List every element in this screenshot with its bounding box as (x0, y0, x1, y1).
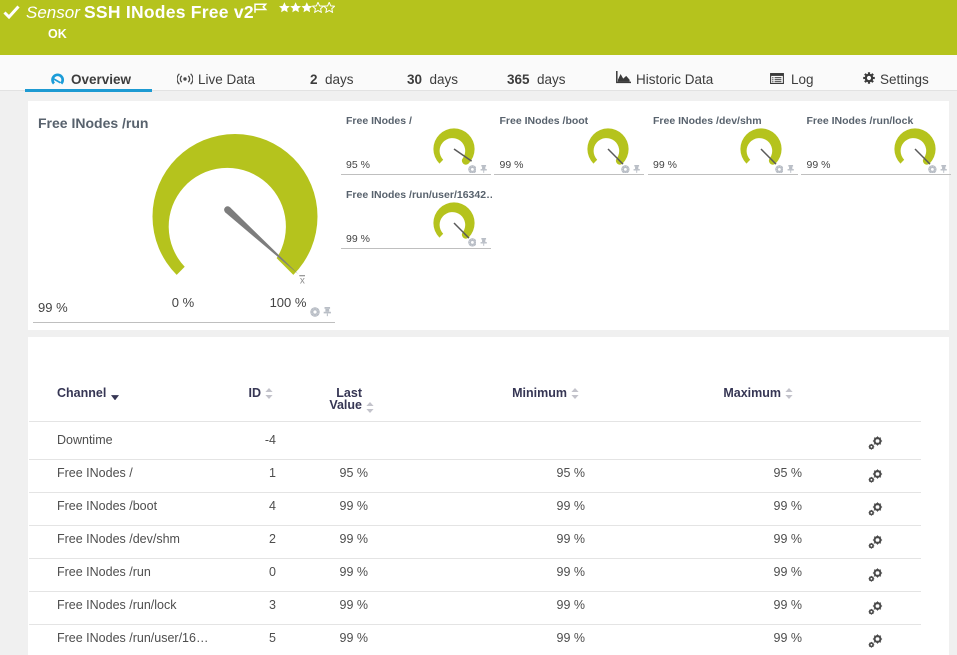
svg-text:x: x (300, 275, 305, 286)
